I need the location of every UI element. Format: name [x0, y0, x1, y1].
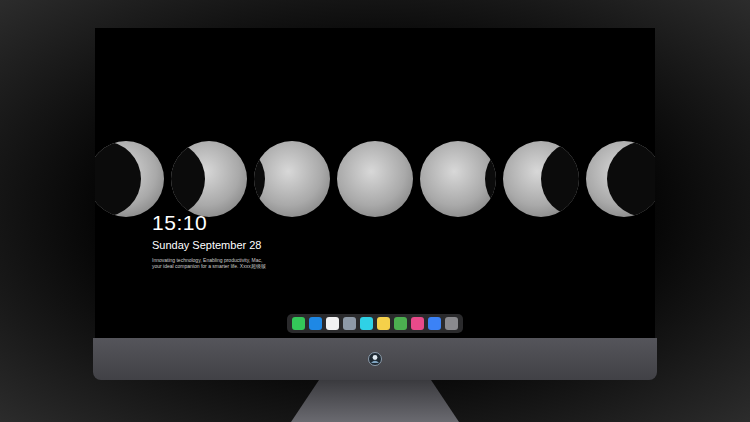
moon — [503, 141, 579, 217]
logo-icon — [368, 352, 382, 366]
date: Sunday September 28 — [152, 238, 267, 252]
time: 15:10 — [152, 211, 267, 235]
dock-app-icon[interactable] — [292, 317, 305, 330]
dock-app-icon[interactable] — [326, 317, 339, 330]
dock-app-icon[interactable] — [360, 317, 373, 330]
screen: 15:10 Sunday September 28 Innovating techn… — [95, 28, 655, 338]
desktop-scene: 15:10 Sunday September 28 Innovating techn… — [0, 0, 750, 422]
moon — [337, 141, 413, 217]
dock-app-icon[interactable] — [428, 317, 441, 330]
dock-app-icon[interactable] — [445, 317, 458, 330]
monitor-chin — [93, 338, 657, 380]
dock-app-icon[interactable] — [394, 317, 407, 330]
monitor-stand-icon — [289, 380, 461, 422]
dock-app-icon[interactable] — [309, 317, 322, 330]
tagline: Innovating technology, Enabling producti… — [152, 257, 267, 269]
moon-wallpaper — [95, 141, 655, 217]
dock-app-icon[interactable] — [343, 317, 356, 330]
dock-app-icon[interactable] — [377, 317, 390, 330]
moon — [420, 141, 496, 217]
moon — [95, 141, 164, 217]
monitor: 15:10 Sunday September 28 Innovating techn… — [93, 0, 657, 422]
dock — [287, 314, 463, 333]
moon — [171, 141, 247, 217]
lock-clock: 15:10 Sunday September 28 Innovating techn… — [152, 211, 267, 269]
moon — [586, 141, 655, 217]
dock-app-icon[interactable] — [411, 317, 424, 330]
moon — [254, 141, 330, 217]
